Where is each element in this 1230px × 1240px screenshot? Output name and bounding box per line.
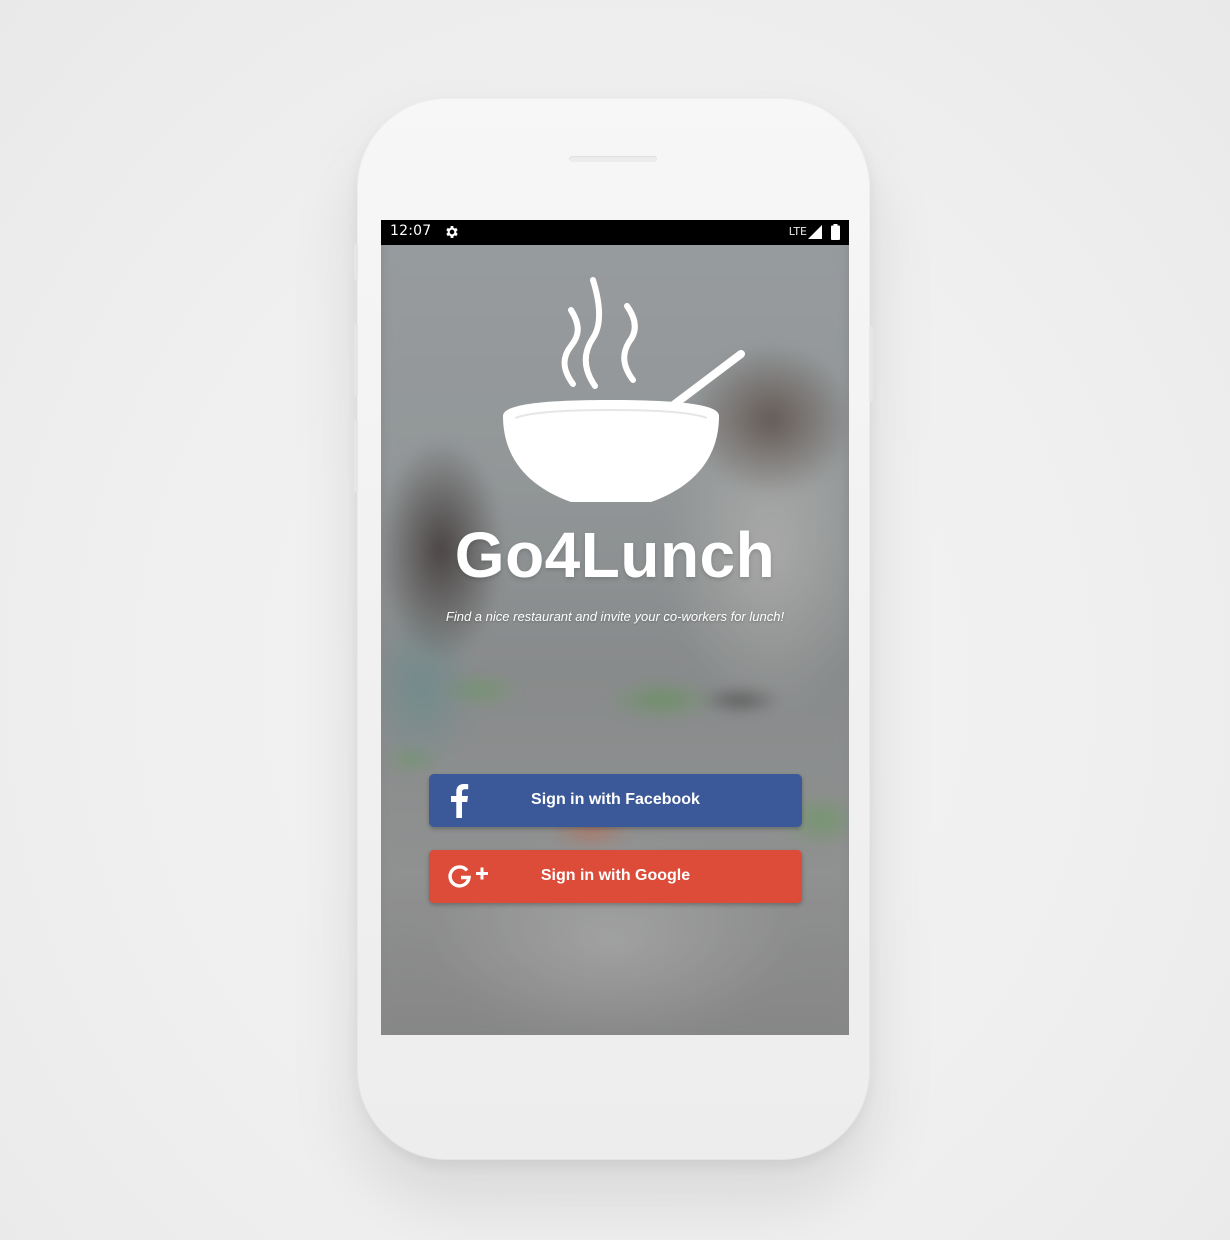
facebook-sign-in-button[interactable]: Sign in with Facebook — [429, 774, 802, 827]
status-bar: 12:07 LTE — [381, 220, 849, 245]
mute-switch — [354, 244, 358, 280]
mockup-stage: 12:07 LTE Go4Lunch Find a nice restauran… — [0, 0, 1230, 1240]
status-time: 12:07 — [390, 223, 432, 239]
volume-up-button — [354, 324, 358, 396]
app-tagline: Find a nice restaurant and invite your c… — [445, 609, 785, 624]
signal-icon — [808, 225, 822, 239]
google-sign-in-button[interactable]: Sign in with Google — [429, 850, 802, 903]
login-screen: 12:07 LTE Go4Lunch Find a nice restauran… — [381, 220, 849, 1035]
power-button — [869, 326, 873, 402]
battery-icon — [831, 224, 840, 240]
phone-speaker — [569, 156, 657, 162]
settings-gear-icon — [446, 226, 458, 238]
network-type: LTE — [788, 225, 807, 238]
app-title: Go4Lunch — [454, 519, 776, 591]
volume-down-button — [354, 420, 358, 492]
facebook-sign-in-label: Sign in with Facebook — [531, 791, 700, 808]
google-sign-in-label: Sign in with Google — [540, 867, 691, 884]
steaming-bowl-icon — [503, 277, 745, 502]
